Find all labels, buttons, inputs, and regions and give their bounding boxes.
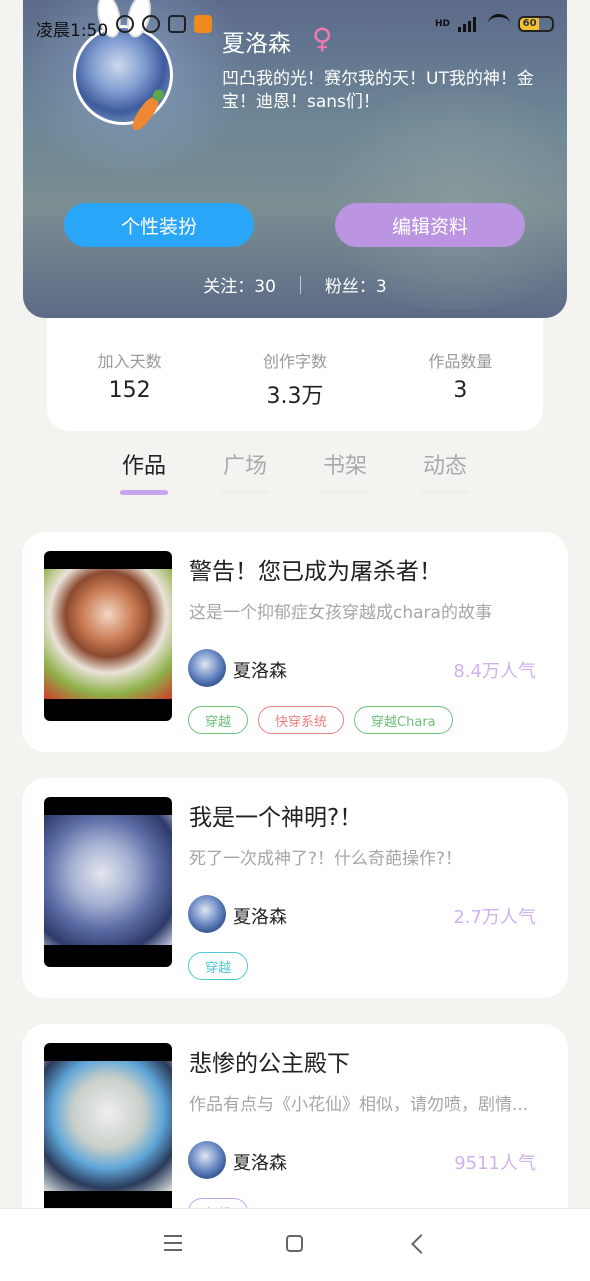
author-name[interactable]: 夏洛森: [233, 657, 287, 683]
popularity: 8.4万人气: [453, 661, 536, 682]
work-cover[interactable]: [44, 1043, 172, 1213]
following-count[interactable]: 关注：30: [203, 272, 276, 297]
stat-join-days: 加入天数 152: [47, 318, 212, 431]
stats-panel: 加入天数 152 创作字数 3.3万 作品数量 3: [47, 318, 543, 431]
tab-indicator: [321, 490, 369, 495]
tag[interactable]: 穿越Chara: [354, 706, 453, 734]
followers-count[interactable]: 粉丝：3: [325, 272, 387, 297]
cover-art: [44, 569, 172, 699]
author-avatar[interactable]: [188, 1141, 226, 1179]
work-cover[interactable]: [44, 797, 172, 967]
status-right: HD 60: [435, 14, 554, 33]
status-icons: [116, 15, 212, 33]
tab-label: 动态: [422, 454, 467, 479]
cover-art: [44, 815, 172, 945]
signal-icon: [458, 16, 480, 32]
work-desc: 死了一次成神了?！什么奇葩操作?！: [189, 849, 463, 869]
tag-list: 穿越: [188, 952, 249, 980]
tag[interactable]: 穿越: [188, 706, 249, 734]
home-icon[interactable]: [286, 1235, 303, 1252]
tab-indicator: [221, 490, 269, 495]
tab-indicator: [421, 490, 469, 495]
menu-icon[interactable]: [164, 1235, 182, 1251]
work-title[interactable]: 悲惨的公主殿下: [189, 1044, 350, 1078]
author-name[interactable]: 夏洛森: [233, 1149, 287, 1175]
work-desc: 作品有点与《小花仙》相似，请勿喷，剧情...: [189, 1095, 529, 1115]
popularity: 2.7万人气: [453, 907, 536, 928]
work-desc: 这是一个抑郁症女孩穿越成chara的故事: [189, 603, 492, 623]
tag-list: 穿越 快穿系统 穿越Chara: [188, 706, 453, 734]
tv-icon: [168, 15, 186, 33]
dressup-button[interactable]: 个性装扮: [64, 203, 254, 247]
work-card[interactable]: 我是一个神明?！ 死了一次成神了?！什么奇葩操作?！ 夏洛森 2.7万人气 穿越: [22, 778, 568, 998]
tab-label: 广场: [222, 454, 267, 479]
status-bar: 凌晨1:50 HD 60: [0, 0, 590, 52]
back-icon[interactable]: [411, 1234, 431, 1254]
system-nav-bar: [0, 1208, 590, 1281]
stat-label: 作品数量: [428, 352, 493, 371]
popularity: 9511人气: [454, 1153, 536, 1174]
tab-square[interactable]: 广场: [215, 448, 275, 495]
stat-value: 3.3万: [266, 384, 324, 409]
work-title[interactable]: 我是一个神明?！: [189, 798, 362, 832]
work-cover[interactable]: [44, 551, 172, 721]
tab-label: 作品: [121, 454, 166, 479]
hd-label: HD: [434, 18, 450, 29]
edit-profile-button[interactable]: 编辑资料: [335, 203, 525, 247]
stat-word-count: 创作字数 3.3万: [212, 318, 377, 431]
bio-text: 凹凸我的光！赛尔我的天！UT我的神！金宝！迪恩！sans们！: [222, 69, 534, 112]
tab-bar: 作品 广场 书架 动态: [0, 432, 590, 508]
work-card[interactable]: 警告！您已成为屠杀者！ 这是一个抑郁症女孩穿越成chara的故事 夏洛森 8.4…: [22, 532, 568, 752]
stat-label: 加入天数: [97, 352, 162, 371]
wifi-icon: [488, 14, 510, 33]
stat-value: 3: [453, 378, 468, 403]
divider: [299, 275, 301, 294]
author-avatar[interactable]: [188, 895, 226, 933]
cover-art: [44, 1061, 172, 1191]
moon-icon: [116, 15, 134, 33]
work-title[interactable]: 警告！您已成为屠杀者！: [189, 552, 442, 586]
tab-activity[interactable]: 动态: [415, 448, 475, 495]
tag[interactable]: 快穿系统: [258, 706, 345, 734]
tab-bookshelf[interactable]: 书架: [315, 448, 375, 495]
stat-label: 创作字数: [262, 352, 327, 371]
stat-value: 152: [108, 378, 151, 403]
status-time: 凌晨1:50: [36, 21, 109, 41]
app-notification-icon: [194, 15, 212, 33]
tab-works[interactable]: 作品: [114, 448, 174, 495]
stat-works-count: 作品数量 3: [378, 318, 543, 431]
author-name[interactable]: 夏洛森: [233, 903, 287, 929]
tab-label: 书架: [322, 454, 367, 479]
author-avatar[interactable]: [188, 649, 226, 687]
alarm-icon: [142, 15, 160, 33]
tag[interactable]: 穿越: [188, 952, 249, 980]
follow-row: 关注：30 粉丝：3: [0, 272, 590, 297]
tab-indicator: [120, 490, 168, 495]
battery-icon: 60: [518, 15, 554, 32]
